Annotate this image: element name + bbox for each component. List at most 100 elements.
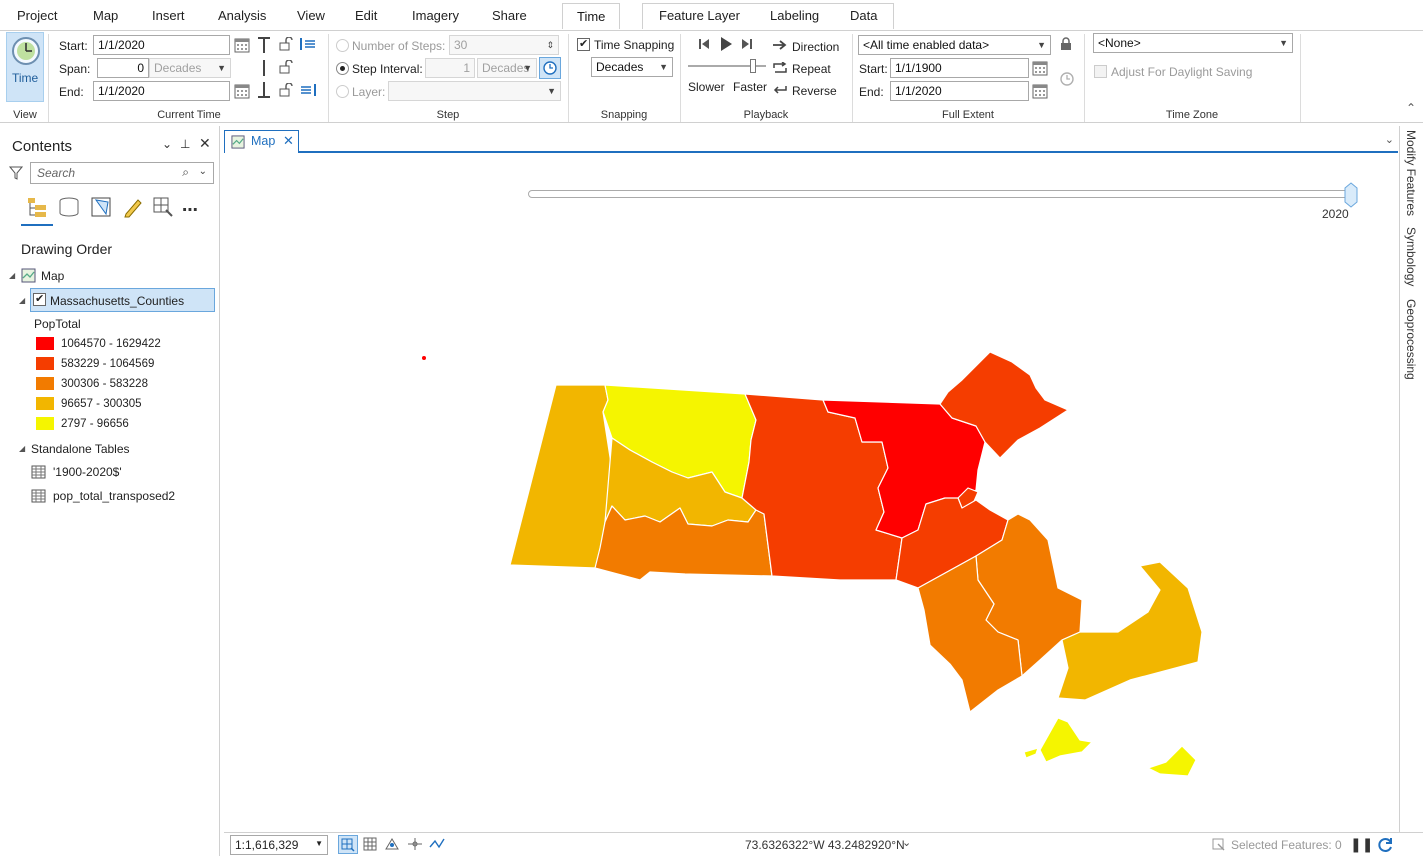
- calendar-icon[interactable]: [234, 37, 250, 53]
- repeat-button[interactable]: Repeat: [792, 62, 831, 76]
- tab-data[interactable]: Data: [846, 3, 881, 29]
- tab-map[interactable]: Map: [89, 3, 122, 29]
- expand-triangle-icon[interactable]: ◢: [9, 271, 15, 280]
- previous-icon[interactable]: [698, 38, 710, 50]
- table-item[interactable]: '1900-2020$': [53, 465, 122, 479]
- calendar-icon[interactable]: [1032, 60, 1048, 76]
- editing-view-icon[interactable]: [122, 196, 144, 218]
- contents-search-input[interactable]: Search ⌕ ⌄: [30, 162, 214, 184]
- layer-visibility-checkbox[interactable]: ✔: [33, 293, 46, 306]
- pane-options-icon[interactable]: ⌄: [162, 137, 172, 151]
- unlock-icon[interactable]: [279, 37, 293, 51]
- table-item[interactable]: pop_total_transposed2: [53, 489, 175, 503]
- unlock-icon[interactable]: [279, 83, 293, 97]
- selection-view-icon[interactable]: [90, 196, 112, 218]
- ribbon-tab-bar: Project Map Insert Analysis View Edit Im…: [0, 0, 1423, 32]
- end-anchor-icon[interactable]: [256, 81, 272, 99]
- geoprocessing-tab[interactable]: Geoprocessing: [1404, 299, 1418, 380]
- map-scale-value: 1:1,616,329: [235, 838, 299, 852]
- expand-triangle-icon[interactable]: ◢: [19, 444, 25, 453]
- legend-swatch[interactable]: [36, 417, 54, 430]
- massachusetts-counties-map[interactable]: [224, 155, 1398, 831]
- tab-time[interactable]: Time: [562, 3, 621, 29]
- filter-icon[interactable]: [9, 166, 23, 180]
- layer-row-massachusetts-counties[interactable]: ✔ Massachusetts_Counties: [30, 288, 215, 312]
- reset-extent-icon[interactable]: [1059, 71, 1075, 87]
- collapse-ribbon-icon[interactable]: ⌃: [1406, 101, 1416, 115]
- step-interval-input[interactable]: 1: [425, 58, 475, 78]
- extent-end-input[interactable]: 1/1/2020: [890, 81, 1029, 101]
- drawing-order-icon[interactable]: [26, 196, 48, 218]
- span-unit-select[interactable]: Decades ▼: [149, 58, 231, 78]
- direction-button[interactable]: Direction: [792, 40, 839, 54]
- tab-share[interactable]: Share: [488, 3, 531, 29]
- expand-triangle-icon[interactable]: ◢: [19, 296, 25, 305]
- next-icon[interactable]: [741, 38, 753, 50]
- snapping-toggle-button[interactable]: [338, 835, 358, 854]
- tab-insert[interactable]: Insert: [148, 3, 189, 29]
- calendar-icon[interactable]: [1032, 83, 1048, 99]
- current-start-input[interactable]: 1/1/2020: [93, 35, 230, 55]
- reverse-button[interactable]: Reverse: [792, 84, 837, 98]
- step-layer-select[interactable]: ▼: [388, 81, 561, 101]
- map-tree-item[interactable]: Map: [41, 269, 64, 283]
- snapping-unit-select[interactable]: Decades ▼: [591, 57, 673, 77]
- step-forward-icon[interactable]: [299, 83, 317, 97]
- refresh-icon[interactable]: [1376, 836, 1394, 854]
- tab-view[interactable]: View: [293, 3, 329, 29]
- time-toggle-button[interactable]: Time: [6, 32, 44, 102]
- time-extent-dataset-select[interactable]: <All time enabled data> ▼: [858, 35, 1051, 55]
- correction-icon[interactable]: [384, 837, 400, 851]
- time-zone-select[interactable]: <None> ▼: [1093, 33, 1293, 53]
- pin-icon[interactable]: ⊥: [180, 137, 190, 151]
- tab-map-view[interactable]: Map ✕: [224, 130, 299, 153]
- constraints-icon[interactable]: [407, 837, 423, 851]
- number-of-steps-radio[interactable]: [336, 39, 349, 52]
- selected-features-count[interactable]: Selected Features: 0: [1231, 838, 1342, 852]
- modify-features-tab[interactable]: Modify Features: [1404, 130, 1418, 216]
- data-source-icon[interactable]: [58, 196, 80, 218]
- time-snapping-checkbox[interactable]: ✔: [577, 38, 590, 51]
- legend-swatch[interactable]: [36, 397, 54, 410]
- chevron-down-icon[interactable]: ⌄: [199, 166, 207, 177]
- unlock-icon[interactable]: [279, 60, 293, 74]
- legend-swatch[interactable]: [36, 337, 54, 350]
- close-icon[interactable]: ✕: [199, 135, 211, 152]
- close-icon[interactable]: ✕: [283, 133, 294, 149]
- map-scale-input[interactable]: 1:1,616,329 ▼: [230, 835, 328, 855]
- more-options-icon[interactable]: ⋯: [182, 200, 198, 220]
- search-icon[interactable]: ⌕: [182, 165, 189, 180]
- tab-labeling[interactable]: Labeling: [766, 3, 823, 29]
- daylight-saving-checkbox[interactable]: [1094, 65, 1107, 78]
- pause-drawing-icon[interactable]: ❚❚: [1350, 836, 1373, 853]
- chevron-down-icon: ▼: [1037, 40, 1046, 50]
- calendar-icon[interactable]: [234, 83, 250, 99]
- span-value-input[interactable]: 0: [97, 58, 149, 78]
- start-anchor-icon[interactable]: [256, 36, 272, 54]
- match-layer-interval-button[interactable]: [539, 57, 561, 79]
- symbology-tab[interactable]: Symbology: [1404, 227, 1418, 286]
- step-interval-unit-select[interactable]: Decades ▼: [477, 58, 537, 78]
- chevron-down-icon[interactable]: ⌄: [902, 836, 911, 849]
- step-interval-radio[interactable]: [336, 62, 349, 75]
- chevron-down-icon[interactable]: ⌄: [1385, 133, 1394, 146]
- grid-icon[interactable]: [363, 837, 377, 851]
- play-icon[interactable]: [719, 36, 733, 52]
- snapping-view-icon[interactable]: [152, 196, 174, 218]
- tab-imagery[interactable]: Imagery: [408, 3, 463, 29]
- extent-start-input[interactable]: 1/1/1900: [890, 58, 1029, 78]
- tab-edit[interactable]: Edit: [351, 3, 381, 29]
- tab-project[interactable]: Project: [13, 3, 61, 29]
- tab-analysis[interactable]: Analysis: [214, 3, 270, 29]
- playback-speed-slider-thumb[interactable]: [750, 59, 756, 73]
- layer-radio[interactable]: [336, 85, 349, 98]
- step-back-icon[interactable]: [299, 37, 317, 51]
- number-of-steps-input[interactable]: 30 ⇕: [449, 35, 559, 55]
- legend-swatch[interactable]: [36, 357, 54, 370]
- dynamic-constraints-icon[interactable]: [429, 837, 445, 851]
- tab-feature-layer[interactable]: Feature Layer: [655, 3, 744, 29]
- lock-icon[interactable]: [1060, 37, 1072, 51]
- current-end-input[interactable]: 1/1/2020: [93, 81, 230, 101]
- legend-swatch[interactable]: [36, 377, 54, 390]
- standalone-tables-item[interactable]: Standalone Tables: [31, 442, 130, 456]
